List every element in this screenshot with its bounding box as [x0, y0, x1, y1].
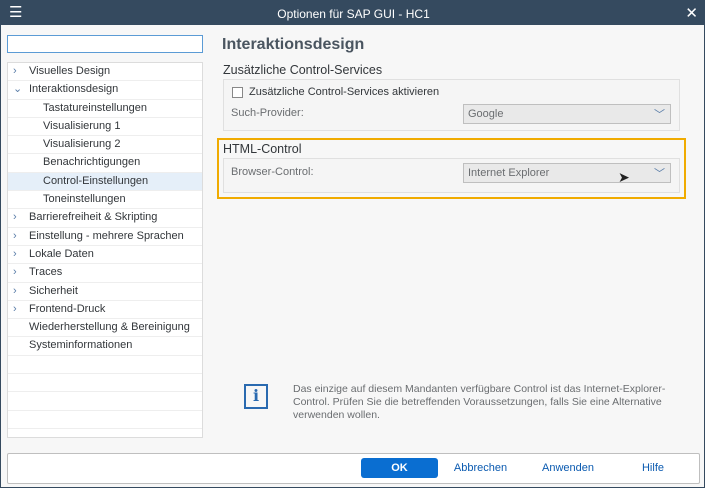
button-bar: OK Abbrechen Anwenden Hilfe — [7, 453, 700, 484]
apply-button[interactable]: Anwenden — [533, 458, 603, 478]
tree-item[interactable]: › Barrierefreiheit & Skripting — [8, 209, 202, 228]
help-button[interactable]: Hilfe — [628, 458, 678, 478]
chevron-down-icon: ﹀ — [654, 168, 665, 180]
tree-item[interactable]: › Frontend-Druck — [8, 301, 202, 320]
tree-item[interactable]: Control-Einstellungen — [8, 172, 202, 192]
tree-item[interactable]: › Sicherheit — [8, 283, 202, 301]
tree-empty-row — [8, 356, 202, 375]
cancel-button[interactable]: Abbrechen — [448, 458, 513, 478]
tree-item-label: Traces — [29, 266, 63, 279]
tree-empty-row — [8, 429, 202, 437]
page-title: Interaktionsdesign — [222, 36, 365, 53]
tree-item[interactable]: Benachrichtigungen — [8, 154, 202, 173]
services-checkbox[interactable] — [232, 87, 243, 98]
tree-item[interactable]: › Visuelles Design — [8, 63, 202, 82]
tree-item-label: Systeminformationen — [29, 339, 133, 352]
options-tree: › Visuelles Design ⌄ Interaktionsdesign Tast… — [7, 62, 203, 438]
tree-item[interactable]: Wiederherstellung & Bereinigung — [8, 319, 202, 338]
tree-item[interactable]: Tastatureinstellungen — [8, 100, 202, 118]
tree-item[interactable]: Toneinstellungen — [8, 191, 202, 210]
tree-empty-row — [8, 374, 202, 393]
window-title: Optionen für SAP GUI - HC1 — [277, 7, 430, 21]
services-checkbox-label[interactable]: Zusätzliche Control-Services aktivieren — [249, 86, 439, 98]
title-bar: ☰ Optionen für SAP GUI - HC1 ✕ — [1, 1, 705, 25]
browser-control-value: Internet Explorer — [468, 167, 550, 179]
search-input[interactable] — [7, 35, 203, 53]
browser-control-dropdown[interactable]: Internet Explorer ﹀ — [463, 163, 671, 183]
tree-item[interactable]: Visualisierung 1 — [8, 118, 202, 137]
chevron-right-icon[interactable]: › — [13, 283, 17, 300]
tree-item-label: Benachrichtigungen — [43, 156, 141, 169]
tree-item-label: Control-Einstellungen — [43, 174, 149, 187]
tree-item-label: Toneinstellungen — [43, 193, 126, 206]
tree-item[interactable]: › Einstellung - mehrere Sprachen — [8, 228, 202, 246]
search-provider-dropdown[interactable]: Google ﹀ — [463, 104, 671, 124]
mouse-cursor-icon: ➤ — [618, 169, 630, 185]
tree-empty-row — [8, 411, 202, 429]
tree-item[interactable]: Visualisierung 2 — [8, 136, 202, 155]
tree-item-label: Lokale Daten — [29, 247, 94, 260]
services-section-title: Zusätzliche Control-Services — [223, 63, 383, 77]
tree-item[interactable]: Systeminformationen — [8, 337, 202, 356]
info-icon: i — [244, 384, 268, 409]
chevron-right-icon[interactable]: › — [13, 264, 17, 281]
chevron-down-icon: ﹀ — [654, 109, 665, 121]
tree-item-label: Frontend-Druck — [29, 302, 106, 315]
browser-control-label: Browser-Control: — [231, 166, 314, 178]
tree-item-label: Interaktionsdesign — [29, 83, 119, 96]
chevron-right-icon[interactable]: › — [13, 301, 17, 318]
chevron-right-icon[interactable]: › — [13, 246, 17, 263]
chevron-right-icon[interactable]: › — [13, 63, 17, 80]
chevron-down-icon[interactable]: ⌄ — [13, 81, 22, 98]
search-provider-label: Such-Provider: — [231, 107, 304, 119]
tree-item-label: Visualisierung 2 — [43, 138, 121, 151]
tree-item-label: Tastatureinstellungen — [43, 101, 147, 114]
tree-item-label: Barrierefreiheit & Skripting — [29, 211, 158, 224]
search-provider-value: Google — [468, 108, 504, 120]
tree-item-label: Visualisierung 1 — [43, 119, 121, 132]
tree-item-label: Sicherheit — [29, 284, 78, 297]
tree-item-label: Visuelles Design — [29, 65, 111, 77]
ok-button[interactable]: OK — [361, 458, 438, 478]
close-icon[interactable]: ✕ — [685, 4, 698, 22]
chevron-right-icon[interactable]: › — [13, 209, 17, 226]
tree-item[interactable]: › Lokale Daten — [8, 246, 202, 265]
tree-item-label: Einstellung - mehrere Sprachen — [29, 229, 184, 242]
tree-item-label: Wiederherstellung & Bereinigung — [29, 321, 190, 334]
tree-item[interactable]: ⌄ Interaktionsdesign — [8, 81, 202, 100]
html-control-title: HTML-Control — [223, 142, 302, 156]
tree-empty-row — [8, 392, 202, 411]
chevron-right-icon[interactable]: › — [13, 228, 17, 245]
info-message: Das einzige auf diesem Mandanten verfügb… — [293, 383, 666, 421]
tree-item[interactable]: › Traces — [8, 264, 202, 283]
